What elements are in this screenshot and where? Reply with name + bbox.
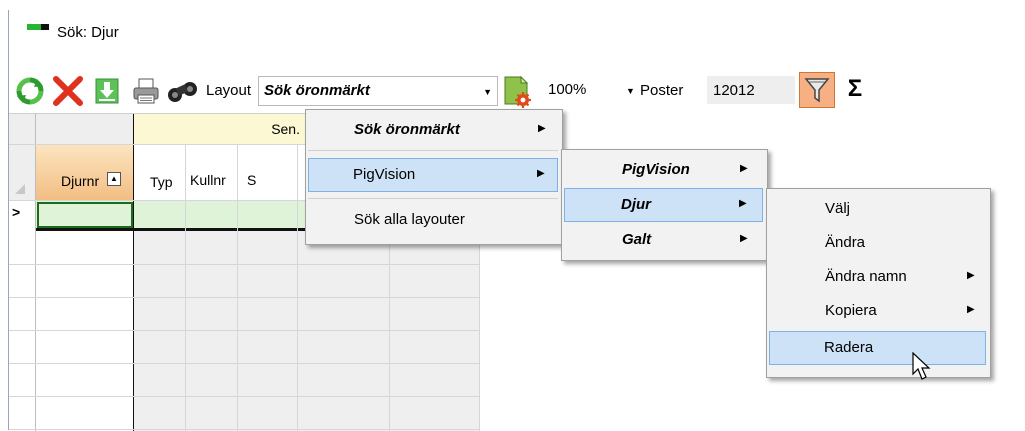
submenu-arrow-icon: ▶ — [537, 168, 545, 179]
header-corner — [9, 114, 133, 144]
poster-count: 12012 — [707, 76, 795, 104]
menu-item-pigvision[interactable]: PigVision ▶ — [308, 158, 558, 192]
submenu-arrow-icon: ▶ — [538, 123, 546, 134]
column-header-s[interactable]: S — [237, 144, 297, 200]
submenu-arrow-icon: ▶ — [740, 163, 748, 174]
menu-item-label: Djur — [621, 196, 651, 213]
corner-cell — [9, 144, 35, 200]
grid-line — [9, 330, 479, 331]
layout-select[interactable]: Sök öronmärkt ▼ — [258, 76, 498, 106]
layout-select-value: Sök öronmärkt — [264, 82, 370, 99]
pigvision-menu: PigVision ▶ Djur ▶ Galt ▶ — [561, 149, 768, 261]
zoom-select-value: 100% — [548, 81, 587, 98]
menu-item-label: Ändra — [825, 234, 866, 251]
filter-icon[interactable] — [799, 72, 835, 108]
zoom-select[interactable]: 100% ▼ — [536, 76, 635, 104]
column-body-djurnr — [35, 231, 133, 431]
layout-menu: Sök öronmärkt ▶ PigVision ▶ Sök alla lay… — [305, 109, 563, 245]
column-header-typ[interactable]: Typ — [133, 144, 185, 200]
menu-item-galt[interactable]: Galt ▶ — [564, 224, 763, 256]
current-row-arrow: > — [12, 204, 21, 220]
toolbar: Layout Sök öronmärkt ▼ 100% ▼ Poster 120… — [9, 70, 1025, 110]
menu-item-sok-alla-layouter[interactable]: Sök alla layouter — [308, 204, 558, 236]
menu-item-valj[interactable]: Välj — [769, 193, 986, 225]
refresh-icon[interactable] — [15, 76, 45, 106]
menu-item-label: Sök alla layouter — [354, 211, 465, 228]
column-header-label: Typ — [150, 174, 173, 190]
print-icon[interactable] — [131, 76, 161, 106]
menu-item-label: Radera — [824, 339, 874, 356]
sort-ascending-icon: ▲ — [107, 172, 121, 186]
menu-separator — [308, 198, 558, 199]
group-header-label: Sen. — [271, 121, 300, 137]
menu-item-label: Kopiera — [825, 302, 877, 319]
grid-line — [9, 396, 479, 397]
menu-item-label: Välj — [825, 200, 851, 217]
grid-line — [133, 114, 134, 431]
grid-line — [35, 114, 36, 431]
title-bar: Sök: Djur — [9, 10, 1025, 52]
chevron-down-icon[interactable]: ▼ — [483, 87, 492, 97]
column-header-kullnr[interactable]: Kullnr — [185, 144, 237, 200]
menu-item-radera[interactable]: Radera — [769, 331, 986, 365]
menu-item-sok-oronmarkt[interactable]: Sök öronmärkt ▶ — [308, 114, 558, 146]
sigma-icon[interactable]: Σ — [841, 72, 869, 106]
column-header-label: S — [247, 172, 257, 188]
chevron-down-icon[interactable]: ▼ — [626, 86, 635, 96]
gear-document-icon[interactable] — [501, 74, 533, 108]
menu-item-pigvision-sub[interactable]: PigVision ▶ — [564, 154, 763, 186]
submenu-arrow-icon: ▶ — [967, 270, 975, 281]
menu-item-label: PigVision — [353, 166, 416, 183]
submenu-arrow-icon: ▶ — [739, 198, 747, 209]
window-title: Sök: Djur — [57, 24, 119, 41]
menu-separator — [308, 150, 558, 151]
layout-label: Layout — [206, 82, 252, 99]
mouse-cursor-icon — [912, 351, 932, 382]
menu-item-label: Galt — [622, 231, 652, 248]
grid-line — [9, 363, 479, 364]
menu-item-kopiera[interactable]: Kopiera ▶ — [769, 295, 986, 327]
grid-line — [9, 297, 479, 298]
column-header-label: Kullnr — [190, 172, 226, 188]
binoculars-icon[interactable] — [165, 76, 201, 106]
menu-item-andra-namn[interactable]: Ändra namn ▶ — [769, 261, 986, 293]
poster-count-value: 12012 — [713, 82, 755, 99]
submenu-arrow-icon: ▶ — [740, 233, 748, 244]
poster-label: Poster — [640, 82, 684, 99]
djur-menu: Välj Ändra Ändra namn ▶ Kopiera ▶ Radera — [766, 188, 991, 378]
active-cell[interactable] — [37, 202, 133, 228]
menu-item-label: PigVision — [622, 161, 690, 178]
row-indicator: > — [9, 200, 35, 228]
menu-item-djur[interactable]: Djur ▶ — [564, 188, 763, 222]
delete-icon[interactable] — [51, 74, 85, 108]
menu-item-andra[interactable]: Ändra — [769, 227, 986, 259]
main-window: Sök: Djur Layout Sök öronmärkt ▼ 100% ▼ … — [8, 10, 1025, 431]
submenu-arrow-icon: ▶ — [967, 304, 975, 315]
grid-line — [185, 144, 186, 431]
app-icon — [27, 24, 49, 30]
download-icon[interactable] — [92, 76, 122, 106]
grid-line — [297, 144, 298, 431]
group-header: Sen. — [133, 114, 308, 145]
menu-item-label: Ändra namn — [825, 268, 907, 285]
menu-item-label: Sök öronmärkt — [354, 121, 460, 138]
column-header-djurnr[interactable]: Djurnr ▲ — [35, 144, 133, 200]
grid-line — [9, 264, 479, 265]
grid-line — [237, 144, 238, 431]
column-header-label: Djurnr — [61, 173, 100, 189]
